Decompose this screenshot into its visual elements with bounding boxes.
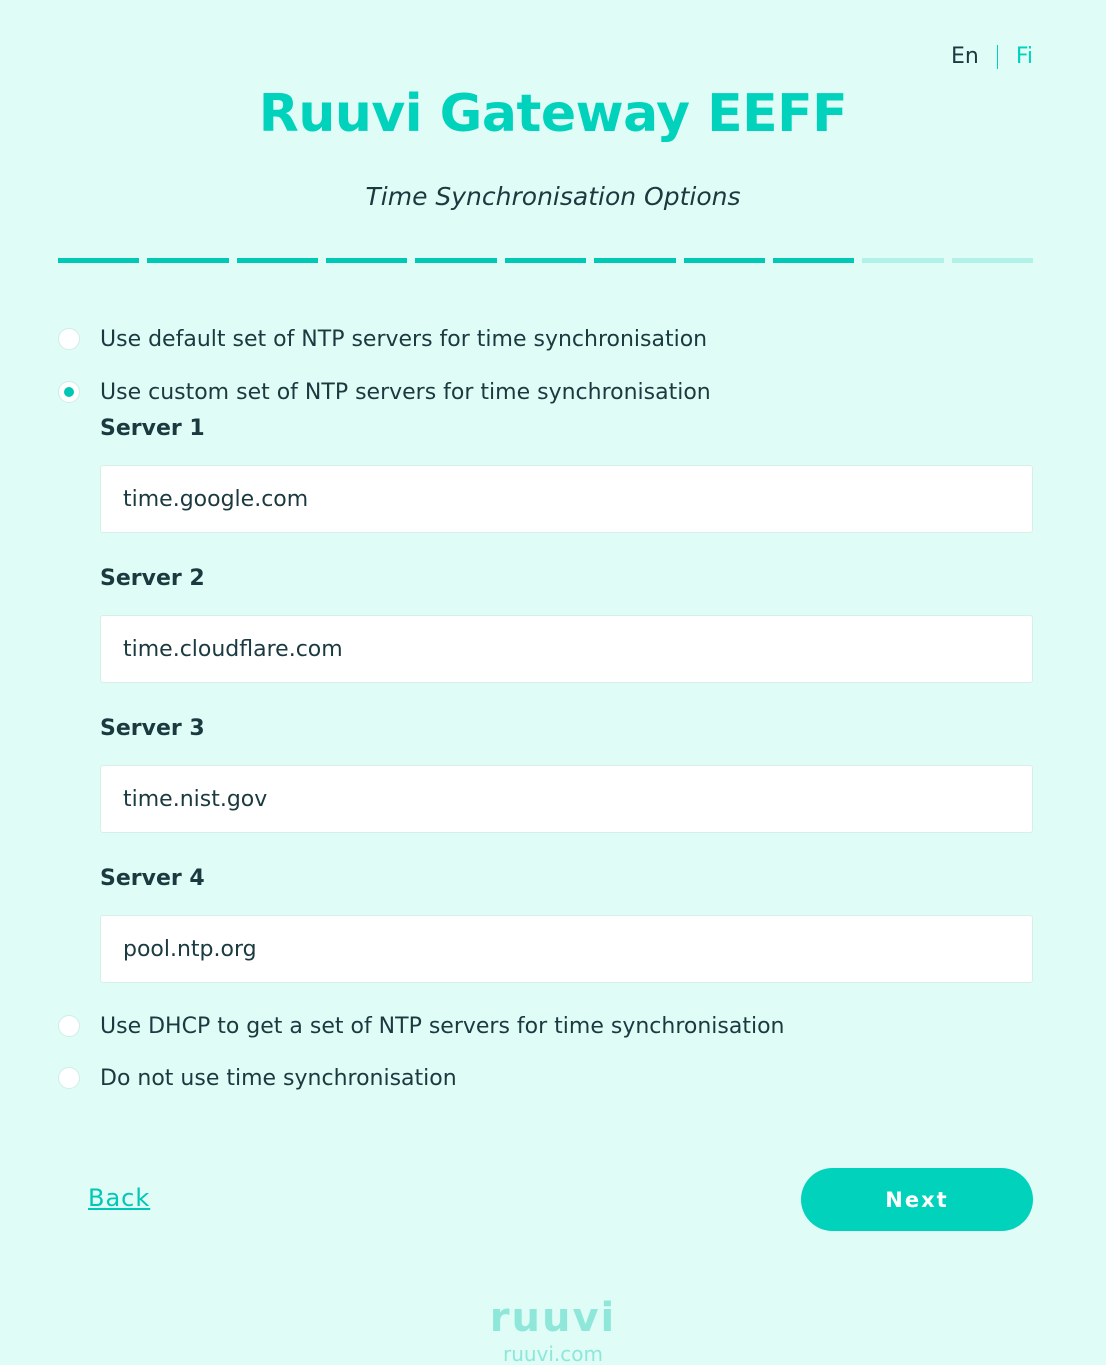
progress-step (236, 258, 319, 263)
radio-dhcp-ntp[interactable] (58, 1015, 80, 1037)
lang-separator (996, 44, 998, 69)
option-custom-ntp-label: Use custom set of NTP servers for time s… (100, 379, 711, 405)
page: En Fi Ruuvi Gateway EEFF Time Synchronis… (0, 0, 1106, 1365)
ruuvi-url-link[interactable]: ruuvi.com (0, 1342, 1106, 1365)
progress-step (862, 258, 944, 263)
option-default-ntp-label: Use default set of NTP servers for time … (100, 326, 708, 352)
language-switcher: En Fi (951, 44, 1033, 69)
server-2-label: Server 2 (100, 566, 205, 591)
ntp-options: Use default set of NTP servers for time … (58, 318, 1033, 1099)
server-1-label: Server 1 (100, 416, 205, 441)
progress-step (147, 258, 229, 263)
radio-custom-ntp[interactable] (58, 381, 80, 403)
server-2-block: Server 2 (100, 563, 1033, 683)
page-subtitle: Time Synchronisation Options (365, 182, 741, 211)
progress-step (951, 258, 1033, 263)
progress-bar (58, 258, 1033, 263)
server-4-input[interactable] (100, 915, 1033, 983)
option-custom-ntp[interactable]: Use custom set of NTP servers for time s… (58, 371, 1033, 413)
lang-en-link[interactable]: En (951, 44, 979, 69)
progress-step (683, 258, 765, 263)
back-link[interactable]: Back (88, 1184, 150, 1212)
progress-step (326, 258, 408, 263)
option-no-sync-label: Do not use time synchronisation (100, 1065, 457, 1091)
option-dhcp-ntp-label: Use DHCP to get a set of NTP servers for… (100, 1013, 785, 1039)
server-1-block: Server 1 (100, 413, 1033, 533)
progress-step (594, 258, 676, 263)
server-2-input[interactable] (100, 615, 1033, 683)
server-3-label: Server 3 (100, 716, 205, 741)
lang-fi-link[interactable]: Fi (1016, 44, 1033, 69)
option-default-ntp[interactable]: Use default set of NTP servers for time … (58, 318, 1033, 360)
server-1-input[interactable] (100, 465, 1033, 533)
progress-step (415, 258, 497, 263)
progress-step (504, 258, 587, 263)
page-title: Ruuvi Gateway EEFF (258, 84, 848, 144)
server-4-block: Server 4 (100, 863, 1033, 983)
option-no-sync[interactable]: Do not use time synchronisation (58, 1057, 1033, 1099)
radio-no-sync[interactable] (58, 1067, 80, 1089)
server-3-block: Server 3 (100, 713, 1033, 833)
progress-step (58, 258, 140, 263)
server-3-input[interactable] (100, 765, 1033, 833)
progress-step (772, 258, 855, 263)
radio-default-ntp[interactable] (58, 328, 80, 350)
server-4-label: Server 4 (100, 866, 205, 891)
ruuvi-logo: ruuvi (489, 1295, 617, 1341)
next-button[interactable]: Next (801, 1168, 1033, 1231)
option-dhcp-ntp[interactable]: Use DHCP to get a set of NTP servers for… (58, 1005, 1033, 1047)
custom-server-list: Server 1 Server 2 Server 3 Server 4 (100, 413, 1033, 983)
